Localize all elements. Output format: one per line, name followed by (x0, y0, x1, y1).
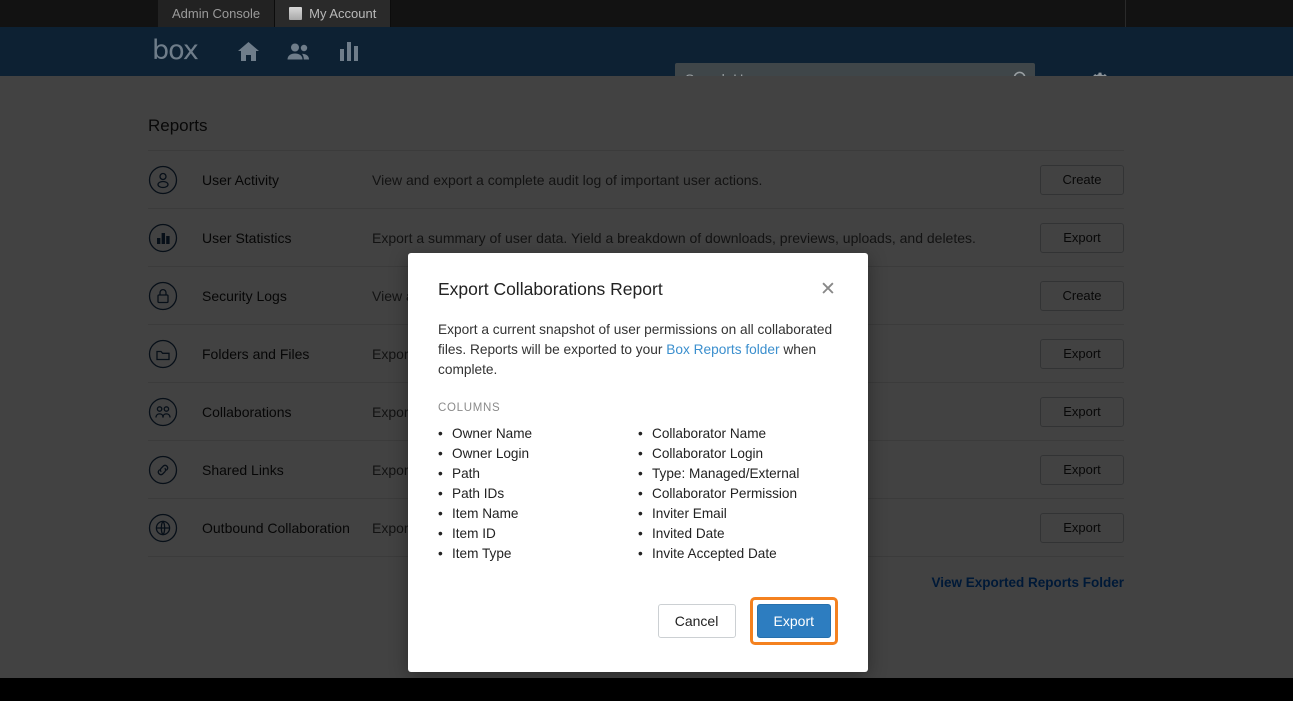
report-name: Shared Links (202, 462, 372, 478)
box-logo[interactable]: box (152, 37, 198, 64)
report-action-cell: Export (1024, 397, 1124, 427)
list-item: Collaborator Name (638, 424, 838, 444)
modal-body: Export a current snapshot of user permis… (408, 300, 868, 564)
report-action-cell: Create (1024, 165, 1124, 195)
list-item: Inviter Email (638, 504, 838, 524)
list-item: Item Type (438, 544, 638, 564)
screen: Admin Console My Account box (0, 0, 1293, 701)
browser-tab-label: My Account (309, 6, 376, 21)
outbound-collaboration-icon (148, 513, 202, 543)
report-name: Outbound Collaboration (202, 520, 372, 536)
columns-grid: Owner Name Owner Login Path Path IDs Ite… (438, 424, 838, 564)
bottom-black-bar (0, 678, 1293, 701)
report-action-button[interactable]: Create (1040, 165, 1124, 195)
report-name: User Activity (202, 172, 372, 188)
list-item: Path IDs (438, 484, 638, 504)
user-statistics-icon (148, 223, 202, 253)
list-item: Owner Name (438, 424, 638, 444)
report-name: Folders and Files (202, 346, 372, 362)
close-icon[interactable]: ✕ (818, 279, 838, 299)
list-item: Path (438, 464, 638, 484)
modal-description: Export a current snapshot of user permis… (438, 320, 838, 380)
columns-label: COLUMNS (438, 402, 838, 414)
table-row: User Activity View and export a complete… (148, 150, 1124, 208)
browser-tab-admin-console[interactable]: Admin Console (158, 0, 275, 27)
box-reports-folder-link[interactable]: Box Reports folder (666, 342, 779, 357)
users-icon[interactable] (282, 35, 316, 69)
modal-header: Export Collaborations Report ✕ (408, 253, 868, 300)
report-name: Security Logs (202, 288, 372, 304)
list-item: Collaborator Permission (638, 484, 838, 504)
export-collaborations-modal: Export Collaborations Report ✕ Export a … (408, 253, 868, 672)
list-item: Type: Managed/External (638, 464, 838, 484)
list-item: Owner Login (438, 444, 638, 464)
list-item: Invite Accepted Date (638, 544, 838, 564)
report-name: Collaborations (202, 404, 372, 420)
user-activity-icon (148, 165, 202, 195)
cancel-button[interactable]: Cancel (658, 604, 736, 638)
security-logs-icon (148, 281, 202, 311)
list-item: Invited Date (638, 524, 838, 544)
columns-right: Collaborator Name Collaborator Login Typ… (638, 424, 838, 564)
report-action-cell: Create (1024, 281, 1124, 311)
modal-title: Export Collaborations Report (438, 279, 663, 300)
report-description: View and export a complete audit log of … (372, 172, 1024, 188)
reports-chart-icon[interactable] (332, 35, 366, 69)
report-name: User Statistics (202, 230, 372, 246)
export-button-focus-ring: Export (750, 597, 838, 645)
tabstrip-far-right (1125, 0, 1293, 27)
browser-tab-label: Admin Console (172, 6, 260, 21)
list-item: Collaborator Login (638, 444, 838, 464)
page-title: Reports (148, 76, 1124, 150)
top-navigation-bar: box (0, 27, 1293, 76)
shared-links-icon (148, 455, 202, 485)
report-action-button[interactable]: Export (1040, 397, 1124, 427)
list-item: Item Name (438, 504, 638, 524)
report-action-cell: Export (1024, 223, 1124, 253)
report-action-button[interactable]: Export (1040, 339, 1124, 369)
report-action-cell: Export (1024, 455, 1124, 485)
browser-tab-my-account[interactable]: My Account (275, 0, 391, 27)
export-button[interactable]: Export (757, 604, 831, 638)
columns-left: Owner Name Owner Login Path Path IDs Ite… (438, 424, 638, 564)
report-action-cell: Export (1024, 513, 1124, 543)
modal-footer: Cancel Export (408, 598, 868, 672)
collaborations-icon (148, 397, 202, 427)
report-action-button[interactable]: Export (1040, 513, 1124, 543)
tabstrip-right-spacer (391, 0, 1125, 27)
browser-tab-strip: Admin Console My Account (0, 0, 1293, 27)
view-exported-reports-folder-link[interactable]: View Exported Reports Folder (931, 575, 1124, 590)
tabstrip-left-spacer (0, 0, 158, 27)
report-action-cell: Export (1024, 339, 1124, 369)
report-action-button[interactable]: Export (1040, 455, 1124, 485)
report-action-button[interactable]: Create (1040, 281, 1124, 311)
folders-files-icon (148, 339, 202, 369)
report-description: Export a summary of user data. Yield a b… (372, 230, 1024, 246)
home-icon[interactable] (232, 35, 266, 69)
favicon-icon (289, 7, 302, 20)
report-action-button[interactable]: Export (1040, 223, 1124, 253)
list-item: Item ID (438, 524, 638, 544)
